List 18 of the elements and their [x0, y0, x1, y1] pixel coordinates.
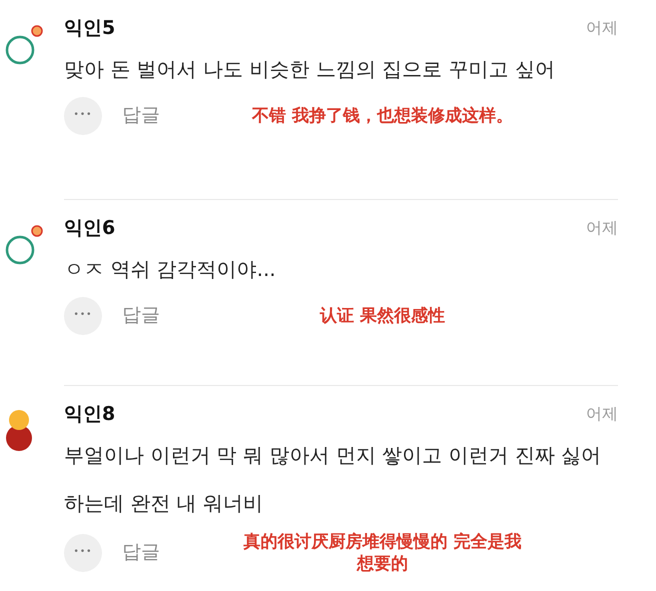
- comment-text: ㅇㅈ 역쉬 감각적이야...: [64, 256, 277, 282]
- more-button[interactable]: •••: [64, 534, 102, 572]
- comment-time: 어제: [586, 217, 618, 240]
- translation-caption: 认证 果然很感性: [318, 304, 446, 326]
- translation-caption: 真的很讨厌厨房堆得慢慢的 完全是我想要的: [242, 530, 522, 574]
- comment-text: 맞아 돈 벌어서 나도 비슷한 느낌의 집으로 꾸미고 싶어: [64, 56, 556, 82]
- reply-link[interactable]: 답글: [122, 301, 160, 330]
- comment-time: 어제: [586, 17, 618, 40]
- reply-link[interactable]: 답글: [122, 101, 160, 130]
- comment-text: 부얼이나 이런거 막 뭐 많아서 먼지 쌓이고 이런거 진짜 싫어하는데 완전 내 워너비: [64, 442, 602, 516]
- author-name: 익인6: [64, 216, 116, 241]
- comment-time: 어제: [586, 403, 618, 426]
- more-button[interactable]: •••: [64, 96, 102, 134]
- author-name: 익인8: [64, 402, 116, 427]
- reply-link[interactable]: 답글: [122, 538, 160, 567]
- author-name: 익인5: [64, 16, 116, 41]
- translation-caption: 不错 我挣了钱，也想装修成这样。: [250, 104, 514, 126]
- more-button[interactable]: •••: [64, 296, 102, 334]
